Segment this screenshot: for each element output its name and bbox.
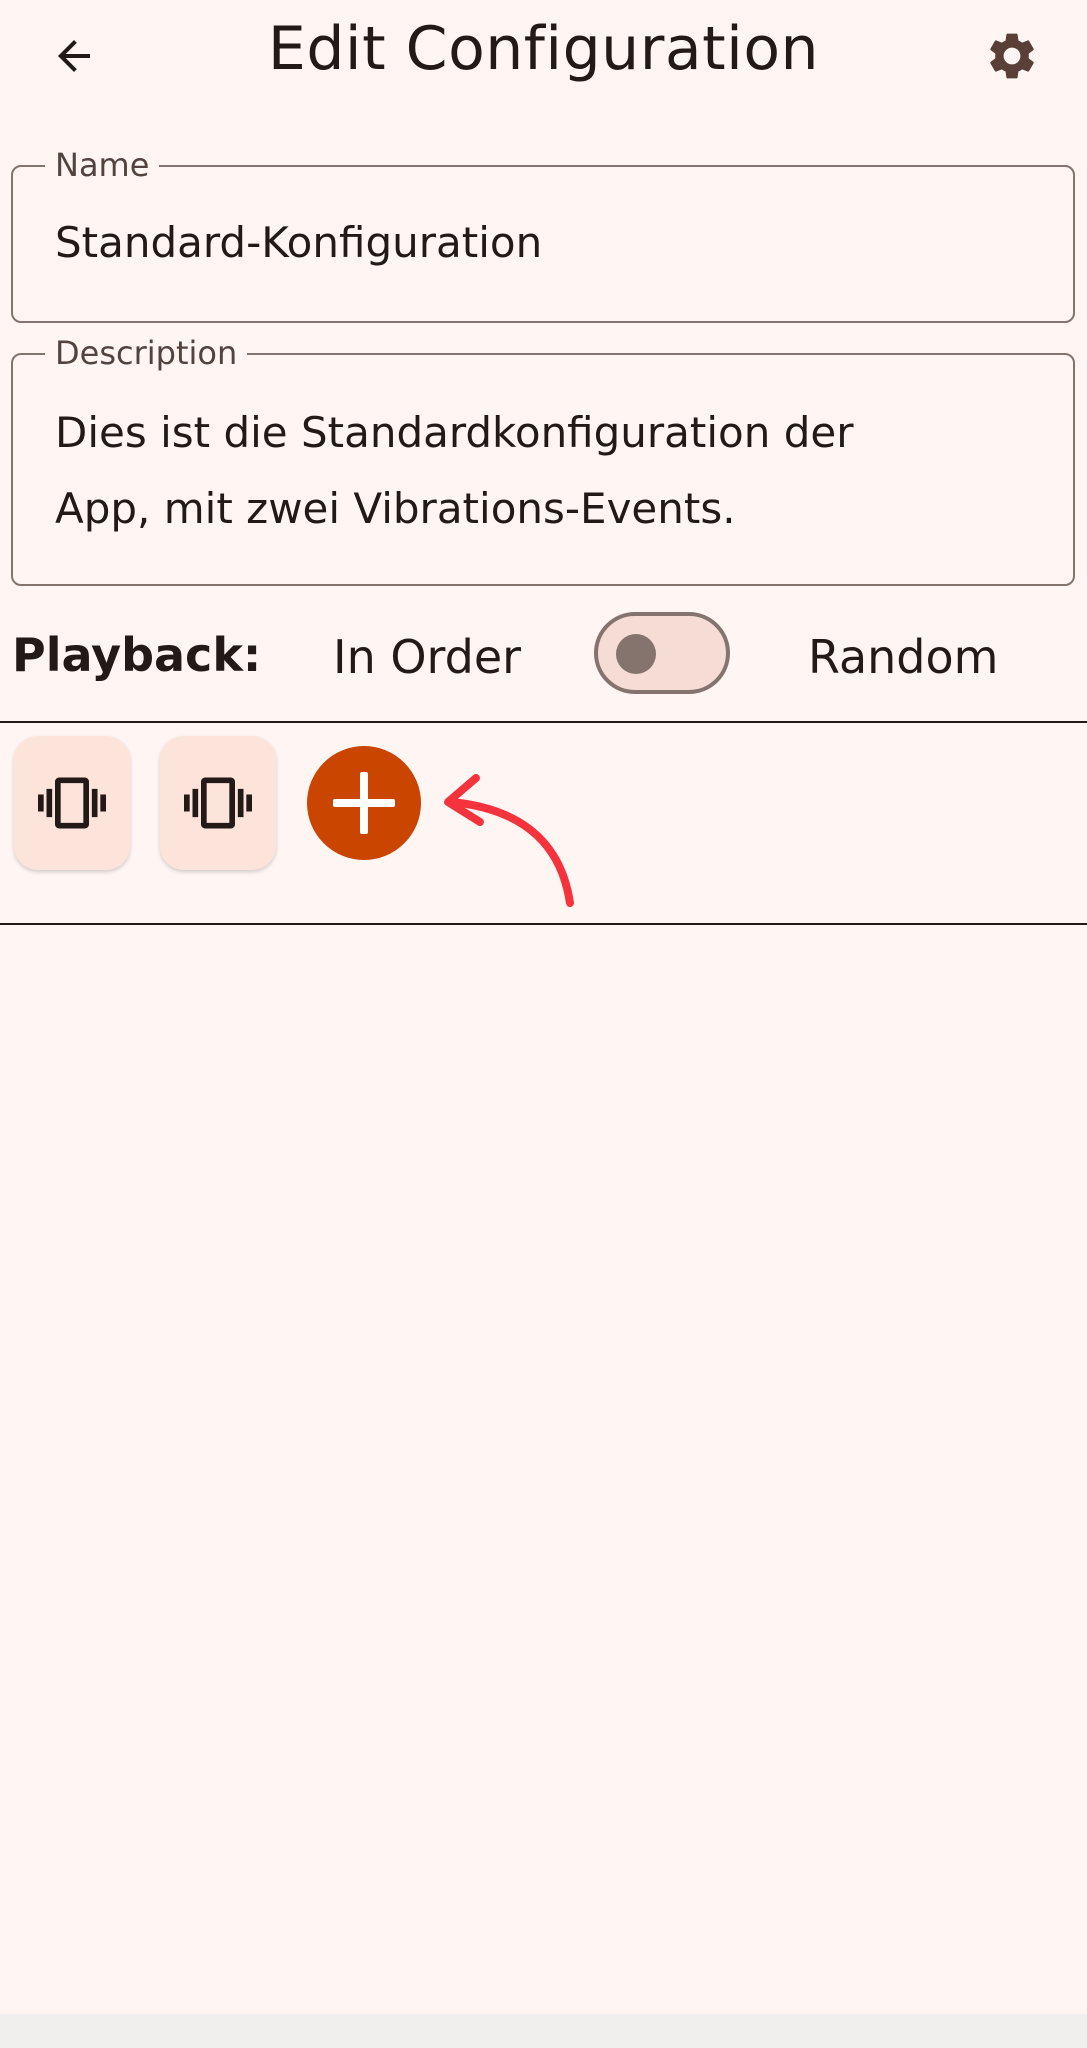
system-navigation-bar — [0, 2014, 1087, 2048]
name-field[interactable]: Name Standard-Konfiguration — [11, 145, 1075, 323]
description-field[interactable]: Description Dies ist die Standardkonfigu… — [11, 333, 1075, 586]
playback-option-in-order: In Order — [333, 630, 522, 684]
name-field-value[interactable]: Standard-Konfiguration — [55, 205, 1043, 281]
page-title: Edit Configuration — [267, 14, 820, 84]
vibration-icon — [38, 777, 106, 829]
playback-row: Playback: In Order Random — [0, 604, 1087, 704]
playback-label: Playback: — [12, 628, 262, 682]
gear-icon — [990, 33, 1034, 79]
toggle-thumb — [616, 634, 656, 674]
playback-mode-toggle[interactable] — [594, 612, 730, 694]
events-bottom-divider — [0, 923, 1087, 925]
name-field-label: Name — [45, 145, 160, 185]
plus-icon — [333, 772, 395, 834]
description-line-2: App, mit zwei Vibrations-Events. — [55, 484, 736, 533]
vibration-event-1[interactable] — [14, 736, 130, 870]
events-top-divider — [0, 721, 1087, 723]
annotation-arrow-icon — [444, 774, 574, 907]
description-field-label: Description — [45, 333, 248, 373]
description-field-value[interactable]: Dies ist die Standardkonfiguration der A… — [55, 395, 1043, 547]
top-app-bar: Edit Configuration — [0, 0, 1087, 110]
add-event-button[interactable] — [307, 746, 421, 860]
description-line-1: Dies ist die Standardkonfiguration der — [55, 408, 854, 457]
settings-button[interactable] — [978, 22, 1046, 90]
playback-option-random: Random — [808, 630, 999, 684]
vibration-icon — [184, 777, 252, 829]
vibration-event-2[interactable] — [160, 736, 276, 870]
